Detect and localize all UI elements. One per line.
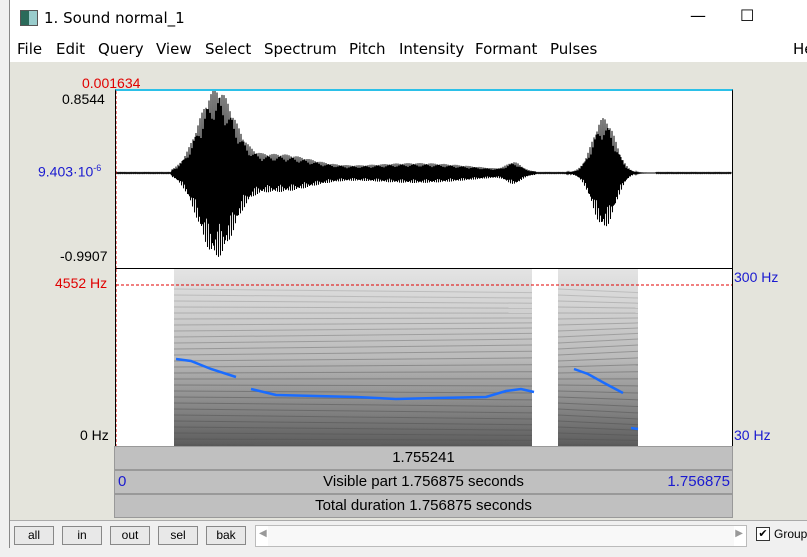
zoom-in-button[interactable]: in <box>62 526 102 545</box>
menu-select[interactable]: Select <box>205 40 251 58</box>
menu-view[interactable]: View <box>156 40 192 58</box>
maximize-button[interactable]: ☐ <box>740 6 754 25</box>
menu-edit[interactable]: Edit <box>56 40 85 58</box>
cursor-time-bar[interactable]: 1.755241 <box>114 446 733 470</box>
visible-part-bar[interactable]: 0 Visible part 1.756875 seconds 1.756875 <box>114 470 733 494</box>
zoom-selection-button[interactable]: sel <box>158 526 198 545</box>
menu-spectrum[interactable]: Spectrum <box>264 40 337 58</box>
amplitude-mid-exponent: -6 <box>93 163 102 173</box>
sound-editor-window: 1. Sound normal_1 — ☐ File Edit Query Vi… <box>9 0 807 549</box>
waveform-svg <box>115 89 732 269</box>
amplitude-min: -0.9907 <box>60 248 108 264</box>
waveform-trace <box>115 89 732 257</box>
menu-formant[interactable]: Formant <box>475 40 537 58</box>
amplitude-mid: 9.403·10-6 <box>38 163 101 180</box>
spectrogram-panel[interactable] <box>115 268 733 447</box>
total-duration-bar[interactable]: Total duration 1.756875 seconds <box>114 494 733 518</box>
menu-pulses[interactable]: Pulses <box>550 40 597 58</box>
scrollbar-thumb[interactable] <box>268 526 734 546</box>
zoom-out-button[interactable]: out <box>110 526 150 545</box>
spectrogram-svg <box>115 269 732 446</box>
window-title: 1. Sound normal_1 <box>44 9 185 27</box>
zoom-back-button[interactable]: bak <box>206 526 246 545</box>
minimize-button[interactable]: — <box>690 6 706 25</box>
pitch-min: 30 Hz <box>734 427 771 443</box>
visible-part-label: Visible part 1.756875 seconds <box>323 473 524 490</box>
pitch-max: 300 Hz <box>734 269 779 285</box>
visible-end: 1.756875 <box>667 473 730 490</box>
drawing-area: 0.001634 0.8544 9.403·10-6 -0.9907 4552 … <box>10 62 807 520</box>
zoom-all-button[interactable]: all <box>14 526 54 545</box>
menu-bar: File Edit Query View Select Spectrum Pit… <box>10 36 807 62</box>
menu-help[interactable]: He <box>793 40 807 58</box>
cursor-frequency: 4552 Hz <box>55 275 108 291</box>
group-label: Group <box>774 527 807 541</box>
frequency-min: 0 Hz <box>80 427 109 443</box>
visible-start: 0 <box>118 473 127 490</box>
title-bar: 1. Sound normal_1 — ☐ <box>10 0 807 35</box>
group-checkbox[interactable]: ✔ <box>756 527 770 541</box>
praat-app-icon <box>20 10 38 26</box>
horizontal-scrollbar[interactable]: ◀ ▶ <box>255 525 747 547</box>
amplitude-mid-base: 9.403·10 <box>38 163 94 180</box>
menu-query[interactable]: Query <box>98 40 144 58</box>
menu-intensity[interactable]: Intensity <box>399 40 464 58</box>
pitch-contour-4 <box>630 426 639 431</box>
menu-pitch[interactable]: Pitch <box>349 40 386 58</box>
menu-file[interactable]: File <box>17 40 42 58</box>
amplitude-max: 0.8544 <box>62 91 105 107</box>
waveform-panel[interactable] <box>115 89 733 270</box>
bottom-toolbar: all in out sel bak ◀ ▶ ✔ Group <box>10 520 807 549</box>
scroll-right-icon[interactable]: ▶ <box>735 528 743 539</box>
scroll-left-icon[interactable]: ◀ <box>259 528 267 539</box>
